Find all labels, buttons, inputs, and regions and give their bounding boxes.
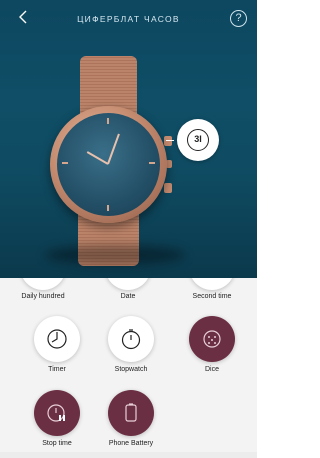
timer-icon-circle bbox=[34, 316, 80, 362]
hero-area: ЦИФЕРБЛАТ ЧАСОВ ? 3I bbox=[0, 0, 257, 278]
top-bar: ЦИФЕРБЛАТ ЧАСОВ ? bbox=[0, 0, 257, 40]
function-phone-battery[interactable]: Phone Battery bbox=[91, 390, 171, 447]
phone-battery-icon bbox=[125, 403, 137, 422]
watch-shadow bbox=[45, 245, 185, 265]
help-label: ? bbox=[235, 12, 242, 24]
bottom-edge bbox=[0, 452, 257, 458]
function-label: Stopwatch bbox=[114, 366, 148, 373]
function-daily-hundred[interactable]: Daily hundred bbox=[3, 278, 83, 300]
callout-connector bbox=[166, 140, 174, 141]
function-date[interactable]: Date bbox=[88, 278, 168, 300]
page-title: ЦИФЕРБЛАТ ЧАСОВ bbox=[77, 14, 180, 24]
dice-icon bbox=[203, 330, 221, 348]
chevron-left-icon bbox=[19, 10, 27, 24]
function-stopwatch[interactable]: Stopwatch bbox=[91, 316, 171, 373]
second-time-icon bbox=[189, 278, 235, 290]
dice-icon-circle bbox=[189, 316, 235, 362]
date-icon bbox=[105, 278, 151, 290]
stopwatch-icon-circle bbox=[108, 316, 154, 362]
phone-battery-icon-circle bbox=[108, 390, 154, 436]
function-dice[interactable]: Dice bbox=[172, 316, 252, 373]
function-grid: Daily hundred Date Second time Timer Sto… bbox=[0, 278, 257, 458]
daily-hundred-icon bbox=[20, 278, 66, 290]
function-label: Dice bbox=[204, 366, 219, 373]
function-label: Daily hundred bbox=[21, 293, 65, 300]
help-button[interactable]: ? bbox=[230, 10, 247, 27]
function-stop-time[interactable]: Stop time bbox=[17, 390, 97, 447]
stop-time-icon bbox=[47, 404, 65, 422]
function-label: Second time bbox=[192, 293, 232, 300]
stop-time-icon-circle bbox=[34, 390, 80, 436]
watch-image bbox=[40, 56, 180, 266]
subdial-callout[interactable]: 3I bbox=[177, 119, 219, 161]
function-label: Date bbox=[120, 293, 136, 300]
function-label: Timer bbox=[48, 366, 66, 373]
function-label: Phone Battery bbox=[108, 440, 154, 447]
function-second-time[interactable]: Second time bbox=[172, 278, 252, 300]
subdial-value: 3I bbox=[194, 134, 202, 144]
watch-face-screen: ЦИФЕРБЛАТ ЧАСОВ ? 3I Daily hundred Date … bbox=[0, 0, 257, 458]
stopwatch-icon bbox=[121, 329, 141, 350]
timer-icon bbox=[47, 329, 67, 349]
back-button[interactable] bbox=[18, 9, 38, 29]
function-timer[interactable]: Timer bbox=[17, 316, 97, 373]
function-label: Stop time bbox=[42, 440, 72, 447]
watch-pusher-top bbox=[164, 136, 172, 146]
watch-pusher-bottom bbox=[164, 183, 172, 193]
subdial-icon: 3I bbox=[187, 129, 209, 151]
